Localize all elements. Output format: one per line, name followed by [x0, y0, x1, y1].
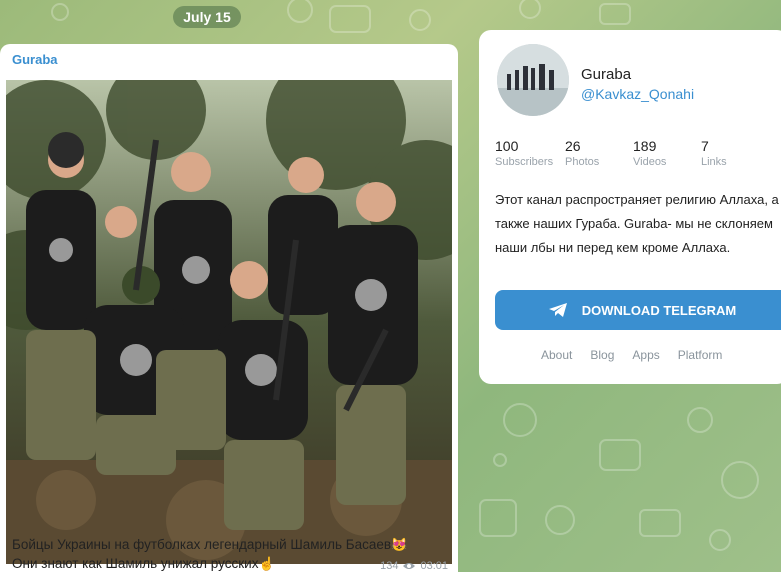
- channel-stats: 100 Subscribers 26 Photos 189 Videos 7 L…: [495, 138, 751, 168]
- channel-name: Guraba: [581, 66, 632, 83]
- message-text-line2: Они знают как Шамиль унижал русских: [12, 556, 259, 571]
- download-telegram-label: DOWNLOAD TELEGRAM: [581, 302, 737, 318]
- channel-avatar[interactable]: [497, 44, 569, 116]
- channel-message: Guraba Бойцы Украины на футболках легенд…: [0, 44, 458, 572]
- channel-info-card: Guraba @Kavkaz_Qonahi 100 Subscribers 26…: [479, 30, 781, 384]
- date-separator: July 15: [173, 6, 241, 28]
- link-platform[interactable]: Platform: [678, 348, 723, 362]
- stat-videos[interactable]: 189 Videos: [633, 138, 701, 168]
- channel-handle[interactable]: @Kavkaz_Qonahi: [581, 86, 694, 102]
- message-meta: 134 03:01: [380, 560, 448, 572]
- link-blog[interactable]: Blog: [590, 348, 614, 362]
- cat-emoji-icon: 😻: [391, 537, 408, 552]
- telegram-plane-icon: [548, 303, 567, 317]
- channel-description: Этот канал распространяет религию Аллаха…: [495, 192, 779, 255]
- eye-icon: [403, 563, 416, 569]
- stat-subscribers[interactable]: 100 Subscribers: [495, 138, 565, 168]
- stat-subscribers-value: 100: [495, 138, 519, 154]
- stat-photos-label: Photos: [565, 156, 600, 168]
- footer-links: About Blog Apps Platform: [541, 348, 722, 362]
- stat-videos-label: Videos: [633, 156, 667, 168]
- message-author[interactable]: Guraba: [12, 52, 58, 67]
- stat-videos-value: 189: [633, 138, 657, 154]
- stat-subscribers-label: Subscribers: [495, 156, 554, 168]
- stat-photos[interactable]: 26 Photos: [565, 138, 633, 168]
- stat-photos-value: 26: [565, 138, 581, 154]
- view-count: 134: [380, 560, 399, 572]
- stat-links-value: 7: [701, 138, 709, 154]
- link-apps[interactable]: Apps: [632, 348, 659, 362]
- link-about[interactable]: About: [541, 348, 572, 362]
- download-telegram-button[interactable]: DOWNLOAD TELEGRAM: [495, 290, 781, 330]
- stat-links[interactable]: 7 Links: [701, 138, 751, 168]
- message-photo[interactable]: [6, 80, 452, 564]
- hand-emoji-icon: ☝: [258, 556, 275, 571]
- message-time: 03:01: [420, 560, 448, 572]
- stat-links-label: Links: [701, 156, 727, 168]
- message-text-line1: Бойцы Украины на футболках легендарный Ш…: [12, 537, 392, 552]
